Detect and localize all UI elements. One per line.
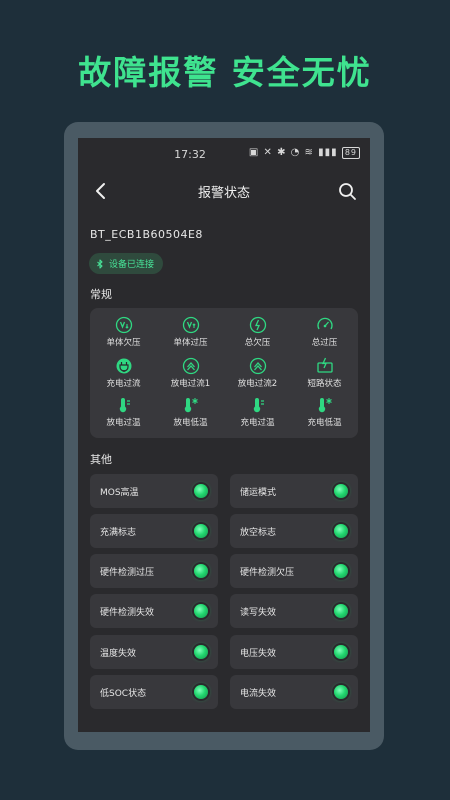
total-overvoltage-icon <box>316 317 333 330</box>
thermometer-cold-icon <box>318 398 332 413</box>
status-item: 硬件检测欠压 <box>230 554 358 588</box>
status-item: MOS高温 <box>90 474 218 508</box>
page-title: 报警状态 <box>197 186 250 201</box>
bluetooth-icon <box>97 258 103 269</box>
status-item-label: 硬件检测欠压 <box>240 568 295 578</box>
section-title-other: 其他 <box>90 453 112 466</box>
status-led-icon <box>194 604 208 618</box>
status-item: 电压失效 <box>230 635 358 669</box>
status-item: 低SOC状态 <box>90 675 218 709</box>
promo-banner-title: 故障报警 安全无忧 <box>78 53 372 92</box>
alarm-item: 放电过温 <box>90 396 157 428</box>
alarm-item-label: 单体欠压 <box>106 338 141 348</box>
battery-icon: 89 <box>341 147 360 159</box>
alarm-item-label: 单体过压 <box>173 338 208 348</box>
cell-undervoltage-icon <box>115 316 132 334</box>
thermometer-hot-icon <box>119 398 130 413</box>
status-item-label: 硬件检测过压 <box>100 568 155 578</box>
status-led-icon <box>334 564 348 578</box>
connection-status-label: 设备已连接 <box>109 260 155 270</box>
search-icon[interactable] <box>336 180 358 202</box>
alarm-item-label: 放电低温 <box>173 418 208 428</box>
alarm-item-label: 充电过温 <box>240 418 275 428</box>
alarm-item-label: 总过压 <box>311 338 338 348</box>
status-led-icon <box>334 524 348 538</box>
alarm-item: 充电过温 <box>224 396 291 428</box>
status-led-icon <box>194 685 208 699</box>
status-led-icon <box>334 484 348 498</box>
status-item-label: 低SOC状态 <box>100 689 147 699</box>
alarm-item-label: 总欠压 <box>244 338 271 348</box>
discharge-overcurrent-icon <box>249 357 266 375</box>
alarm-item-label: 放电过流1 <box>170 379 211 389</box>
status-item-label: 储运模式 <box>240 488 277 498</box>
alarm-item-label: 充电低温 <box>307 418 342 428</box>
status-item-label: 电压失效 <box>240 649 277 659</box>
alarm-item-label: 放电过流2 <box>237 379 278 389</box>
connection-status-badge: 设备已连接 <box>89 253 164 274</box>
status-led-icon <box>334 645 348 659</box>
status-led-icon <box>194 564 208 578</box>
alarm-item: 放电过流2 <box>224 357 291 389</box>
status-item-label: MOS高温 <box>100 488 139 498</box>
status-icons: ▣ ✕ ✱ ◔ ≋ ▮▮▮ 89 <box>249 147 360 159</box>
alarm-item-label: 放电过温 <box>106 418 141 428</box>
regular-alarm-grid: 单体欠压 单体过压 总欠压 总过压充电过流 放电过流1 放电过流2 短路状态放电过温 放电低温… <box>90 308 358 438</box>
status-item-label: 硬件检测失效 <box>100 608 155 618</box>
status-led-icon <box>334 685 348 699</box>
alarm-item: 充电过流 <box>90 357 157 389</box>
status-bar: 17:32 ▣ ✕ ✱ ◔ ≋ ▮▮▮ 89 <box>78 138 370 168</box>
status-item: 放空标志 <box>230 514 358 548</box>
alarm-item: 充电低温 <box>291 396 358 428</box>
alarm-item: 总过压 <box>291 316 358 348</box>
status-led-icon <box>194 484 208 498</box>
status-item: 读写失效 <box>230 594 358 628</box>
status-item: 充满标志 <box>90 514 218 548</box>
status-indicator-icons: ▣ ✕ ✱ ◔ ≋ ▮▮▮ <box>248 147 338 158</box>
alarm-item: 放电低温 <box>157 396 224 428</box>
total-undervoltage-icon <box>249 316 266 334</box>
phone-screen: 17:32 ▣ ✕ ✱ ◔ ≋ ▮▮▮ 89 报警状态 BT_ECB1B6050… <box>78 138 370 732</box>
alarm-item-label: 短路状态 <box>307 379 342 389</box>
charge-overcurrent-icon <box>116 358 131 374</box>
discharge-overcurrent-icon <box>182 357 199 375</box>
cell-overvoltage-icon <box>182 316 199 334</box>
status-led-icon <box>194 645 208 659</box>
thermometer-cold-icon <box>184 398 198 413</box>
alarm-item: 单体欠压 <box>90 316 157 348</box>
alarm-item: 短路状态 <box>291 357 358 389</box>
section-title-regular: 常规 <box>90 288 112 301</box>
device-name: BT_ECB1B60504E8 <box>90 228 203 241</box>
alarm-item: 总欠压 <box>224 316 291 348</box>
alarm-item-label: 充电过流 <box>106 379 141 389</box>
short-circuit-icon <box>316 357 333 373</box>
status-item-label: 读写失效 <box>240 608 277 618</box>
status-item-label: 充满标志 <box>100 528 137 538</box>
thermometer-hot-icon <box>253 398 264 413</box>
alarm-item: 单体过压 <box>157 316 224 348</box>
status-item-label: 放空标志 <box>240 528 277 538</box>
status-item: 电流失效 <box>230 675 358 709</box>
status-item: 硬件检测过压 <box>90 554 218 588</box>
status-item-label: 温度失效 <box>100 649 137 659</box>
nav-bar: 报警状态 <box>78 176 370 206</box>
status-item: 温度失效 <box>90 635 218 669</box>
status-led-icon <box>194 524 208 538</box>
status-item: 储运模式 <box>230 474 358 508</box>
status-led-icon <box>334 604 348 618</box>
status-item: 硬件检测失效 <box>90 594 218 628</box>
status-item-label: 电流失效 <box>240 689 277 699</box>
alarm-item: 放电过流1 <box>157 357 224 389</box>
